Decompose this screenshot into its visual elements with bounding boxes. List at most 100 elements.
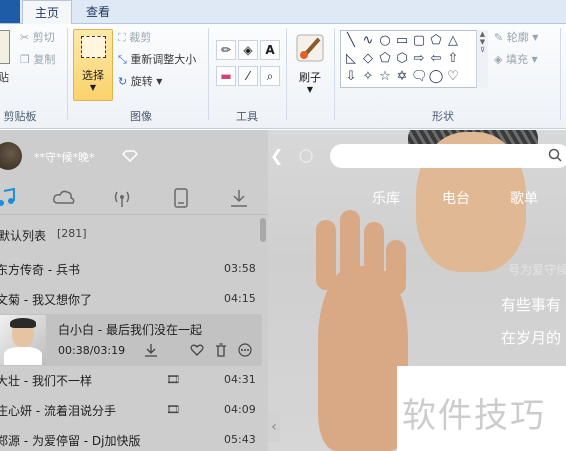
- ribbon-tab-bar: 主页 查看: [0, 0, 566, 25]
- cut-button[interactable]: ✂ 剪切: [20, 29, 55, 47]
- group-divider: [208, 28, 209, 120]
- color-picker-icon[interactable]: ⁄: [238, 66, 258, 86]
- clipboard-group-label: 剪贴板: [3, 110, 37, 123]
- song-duration: 03:58: [224, 262, 256, 275]
- avatar[interactable]: [0, 142, 22, 170]
- outline-button[interactable]: ✎ 轮廓 ▼: [494, 29, 538, 47]
- song-row[interactable]: 东方传奇 - 兵书 03:58: [0, 257, 258, 281]
- mv-icon[interactable]: 🎞: [166, 403, 180, 416]
- back-arrow-icon[interactable]: ❮: [270, 146, 283, 165]
- search-input[interactable]: [330, 144, 566, 168]
- triangle-shape-icon[interactable]: △: [445, 33, 461, 49]
- download-icon[interactable]: [144, 343, 158, 357]
- down-arrow-shape-icon[interactable]: ⇩: [343, 69, 359, 85]
- oval-shape-icon[interactable]: ○: [377, 33, 393, 49]
- rotate-button[interactable]: ↻ 旋转 ▼: [118, 73, 162, 91]
- fill-button[interactable]: ◈ 填充 ▼: [494, 51, 538, 69]
- paste-icon[interactable]: [0, 30, 10, 64]
- song-row[interactable]: 文菊 - 我又想你了 04:15: [0, 287, 258, 311]
- vip-diamond-icon[interactable]: [122, 150, 138, 162]
- tools-group-label: 工具: [236, 110, 258, 123]
- five-point-star-icon[interactable]: ☆: [377, 69, 393, 85]
- playlist-title[interactable]: 默认列表: [0, 227, 46, 244]
- shapes-gallery-scrollbar[interactable]: ▲ ▼ ⊽: [476, 30, 488, 88]
- cloud-icon[interactable]: [53, 188, 75, 208]
- resize-button[interactable]: ⤡ 重新调整大小: [118, 51, 196, 69]
- group-divider: [286, 28, 287, 120]
- right-triangle-shape-icon[interactable]: ◺: [343, 51, 359, 67]
- song-title: 庄心妍 - 流着泪说分手: [0, 404, 116, 418]
- radio-icon[interactable]: [111, 188, 133, 208]
- hexagon-shape-icon[interactable]: ⬡: [394, 51, 410, 67]
- mv-icon[interactable]: 🎞: [166, 373, 180, 386]
- rectangle-shape-icon[interactable]: ▭: [394, 33, 410, 49]
- scissors-icon: ✂: [20, 31, 30, 44]
- heart-shape-icon[interactable]: ♡: [445, 69, 461, 85]
- tab-home[interactable]: 主页: [22, 0, 72, 25]
- song-row[interactable]: 庄心妍 - 流着泪说分手 🎞 04:09: [0, 398, 258, 422]
- group-divider: [334, 28, 335, 120]
- diamond-shape-icon[interactable]: ◇: [360, 51, 376, 67]
- now-playing-time: 00:38/03:19: [58, 344, 126, 357]
- copy-label: 复制: [33, 53, 56, 66]
- crop-button[interactable]: ⛶ 裁剪: [118, 29, 151, 47]
- callout-oval-icon[interactable]: ◯: [428, 69, 444, 85]
- curve-shape-icon[interactable]: ∿: [360, 33, 376, 49]
- song-row[interactable]: 大壮 - 我们不一样 🎞 04:31: [0, 368, 258, 392]
- tab-library[interactable]: 乐库: [372, 188, 400, 208]
- callout-rect-icon[interactable]: 🗨: [411, 69, 428, 85]
- song-duration: 04:15: [224, 292, 256, 305]
- collapse-panel-button[interactable]: ‹: [268, 412, 280, 442]
- file-menu-tab[interactable]: [0, 0, 20, 23]
- username[interactable]: **守*候*晚*: [34, 149, 95, 165]
- tab-playlist[interactable]: 歌单: [510, 188, 538, 208]
- chevron-down-icon: ▼: [89, 83, 97, 92]
- brush-button[interactable]: 刷子 ▼: [290, 29, 330, 101]
- outline-label: 轮廓: [506, 31, 529, 44]
- song-title: 文菊 - 我又想你了: [0, 293, 92, 307]
- up-arrow-shape-icon[interactable]: ⇧: [445, 51, 461, 67]
- delete-icon[interactable]: [214, 343, 228, 357]
- shapes-gallery[interactable]: ╲ ∿ ○ ▭ ▢ ⬠ △ ◺ ◇ ⬠ ⬡ ⇨ ⇦ ⇧ ⇩ ✧ ☆ ✡ 🗨 ◯ …: [340, 30, 488, 88]
- rounded-rect-shape-icon[interactable]: ▢: [411, 33, 427, 49]
- fill-icon: ◈: [494, 53, 503, 66]
- more-icon[interactable]: [238, 343, 252, 357]
- line-shape-icon[interactable]: ╲: [343, 33, 359, 49]
- select-button[interactable]: 选择 ▼: [73, 29, 113, 101]
- playlist-scrollbar[interactable]: [260, 218, 266, 242]
- pencil-icon[interactable]: ✏: [216, 40, 236, 60]
- refresh-icon[interactable]: [298, 148, 314, 164]
- now-playing-row[interactable]: 白小白 - 最后我们没在一起 00:38/03:19: [0, 314, 262, 366]
- magnifier-icon[interactable]: ⌕: [260, 66, 280, 86]
- copy-button[interactable]: ❐ 复制: [20, 51, 55, 69]
- song-title: 大壮 - 我们不一样: [0, 374, 92, 388]
- paste-button[interactable]: 贴: [0, 69, 9, 87]
- eraser-icon[interactable]: ▬: [216, 66, 236, 86]
- text-tool-icon[interactable]: A: [260, 40, 280, 60]
- six-point-star-icon[interactable]: ✡: [394, 69, 410, 85]
- fill-bucket-icon[interactable]: ◈: [238, 40, 258, 60]
- tab-radio[interactable]: 电台: [442, 188, 470, 208]
- heart-icon[interactable]: [190, 343, 204, 357]
- ribbon-body: 贴 ✂ 剪切 ❐ 复制 剪贴板 选择 ▼ ⛶ 裁剪 ⤡ 重新调整大小 ↻ 旋转 …: [0, 24, 566, 129]
- banner-caption-small: 号为爱守候: [508, 263, 566, 277]
- album-cover: [0, 315, 46, 365]
- tab-view[interactable]: 查看: [78, 0, 118, 24]
- select-label: 选择: [82, 69, 104, 82]
- song-row[interactable]: 郑源 - 为爱停留 - Dj加快版 05:43: [0, 428, 258, 451]
- polygon-shape-icon[interactable]: ⬠: [428, 33, 444, 49]
- rotate-label: 旋转: [130, 75, 153, 88]
- pentagon-shape-icon[interactable]: ⬠: [377, 51, 393, 67]
- download-icon[interactable]: [228, 188, 250, 208]
- four-point-star-icon[interactable]: ✧: [360, 69, 376, 85]
- left-arrow-shape-icon[interactable]: ⇦: [428, 51, 444, 67]
- device-icon[interactable]: [170, 188, 192, 208]
- music-note-icon[interactable]: [0, 188, 18, 208]
- chevron-down-icon: ▼: [532, 33, 539, 42]
- right-arrow-shape-icon[interactable]: ⇨: [411, 51, 427, 67]
- song-duration: 04:31: [224, 373, 256, 386]
- song-title: 东方传奇 - 兵书: [0, 263, 80, 277]
- search-icon[interactable]: [548, 148, 562, 162]
- now-playing-title: 白小白 - 最后我们没在一起: [58, 323, 202, 337]
- fill-label: 填充: [505, 53, 528, 66]
